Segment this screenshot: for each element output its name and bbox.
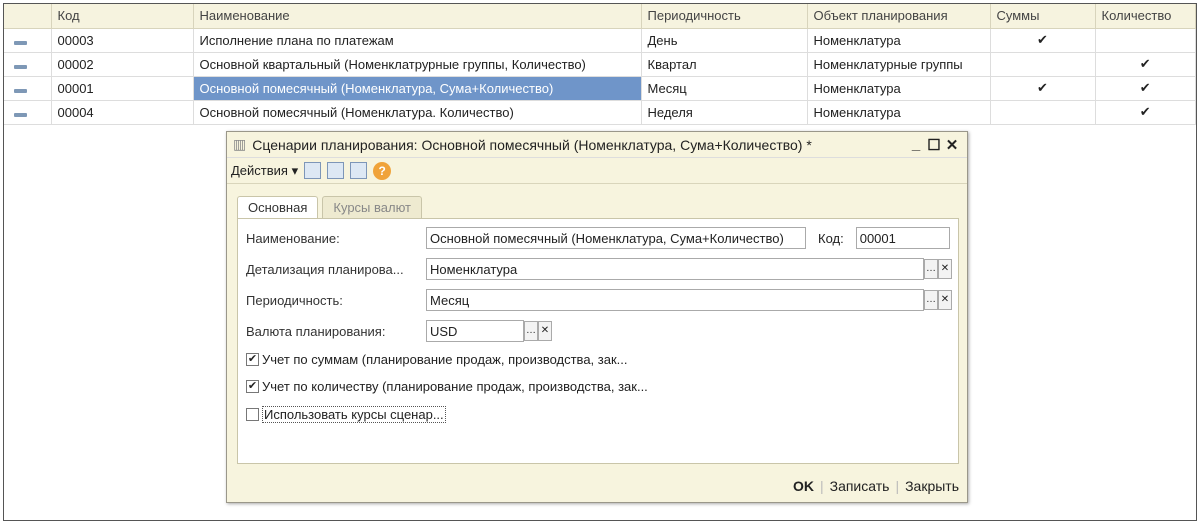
clear-button[interactable]: ✕	[938, 259, 952, 279]
close-icon[interactable]: ✕	[943, 136, 961, 154]
code-input[interactable]: 00001	[855, 227, 950, 249]
cell-code: 00004	[51, 100, 194, 125]
period-label: Периодичность:	[246, 292, 343, 308]
rates-checkbox-label[interactable]: Использовать курсы сценар...	[262, 406, 446, 423]
col-code[interactable]: Код	[51, 4, 194, 29]
cell-code: 00003	[51, 28, 194, 53]
cell-object: Номенклатурные группы	[807, 52, 991, 77]
cell-object: Номенклатура	[807, 76, 991, 101]
item-icon	[14, 112, 27, 117]
dialog-title: Сценарии планирования: Основной помесячн…	[252, 136, 812, 153]
actions-menu[interactable]: Действия ▾	[231, 163, 298, 179]
col-object[interactable]: Объект планирования	[807, 4, 991, 29]
col-icon	[4, 4, 52, 29]
cell-name: Исполнение плана по платежам	[193, 28, 642, 53]
tab-rates[interactable]: Курсы валют	[322, 196, 422, 220]
col-qty[interactable]: Количество	[1095, 4, 1196, 29]
cell-qty: ✔	[1095, 100, 1196, 125]
name-label: Наименование:	[246, 230, 340, 246]
col-sums[interactable]: Суммы	[990, 4, 1096, 29]
clear-button[interactable]: ✕	[938, 290, 952, 310]
save-button[interactable]: Записать	[830, 478, 890, 494]
table-row[interactable]: 00004 Основной помесячный (Номенклатура. …	[4, 100, 1196, 125]
cell-sums	[990, 52, 1096, 77]
minimize-button[interactable]: _	[907, 136, 925, 153]
table-row[interactable]: 00002 Основной квартальный (Номенклатрурн…	[4, 52, 1196, 77]
refresh-icon[interactable]	[327, 162, 345, 179]
currency-label: Валюта планирования:	[246, 323, 386, 339]
cell-period: Месяц	[641, 76, 808, 101]
col-period[interactable]: Периодичность	[641, 4, 808, 29]
detail-label: Детализация планирова...	[246, 261, 404, 277]
cell-qty: ✔	[1095, 76, 1196, 101]
maximize-button[interactable]: ☐	[925, 136, 943, 154]
cell-sums: ✔	[990, 28, 1096, 53]
cell-name: Основной помесячный (Номенклатура. Колич…	[193, 100, 642, 125]
sums-checkbox-label[interactable]: Учет по суммам (планирование продаж, про…	[262, 352, 628, 367]
form-icon: ▥	[233, 136, 247, 152]
cell-sums: ✔	[990, 76, 1096, 101]
rates-checkbox[interactable]	[246, 408, 259, 421]
cell-qty	[1095, 28, 1196, 53]
copy-icon[interactable]	[350, 162, 368, 179]
code-label: Код:	[818, 230, 844, 246]
help-icon[interactable]: ?	[373, 161, 392, 180]
sums-checkbox[interactable]: ✔	[246, 353, 259, 366]
cell-code: 00001	[51, 76, 194, 101]
detail-input[interactable]: Номенклатура	[426, 258, 924, 280]
ok-button[interactable]: OK	[793, 478, 814, 494]
tab-bar: Основная Курсы валют	[237, 196, 422, 220]
cell-code: 00002	[51, 52, 194, 77]
col-name[interactable]: Наименование	[193, 4, 642, 29]
separator: |	[819, 478, 824, 494]
item-icon	[14, 64, 27, 69]
separator: |	[895, 478, 900, 494]
item-icon	[14, 40, 27, 45]
cell-name: Основной квартальный (Номенклатрурные гр…	[193, 52, 642, 77]
cell-object: Номенклатура	[807, 28, 991, 53]
save-close-icon[interactable]	[304, 162, 322, 179]
cell-period: Неделя	[641, 100, 808, 125]
tab-main[interactable]: Основная	[237, 196, 319, 220]
select-button[interactable]: …	[924, 259, 938, 279]
cell-period: Квартал	[641, 52, 808, 77]
cell-qty: ✔	[1095, 52, 1196, 77]
select-button[interactable]: …	[524, 321, 538, 341]
select-button[interactable]: …	[924, 290, 938, 310]
close-button[interactable]: Закрыть	[905, 478, 959, 494]
currency-input[interactable]: USD	[426, 320, 524, 342]
table-row-selected[interactable]: 00001 Основной помесячный (Номенклатура, …	[4, 76, 1196, 101]
name-input[interactable]: Основной помесячный (Номенклатура, Сума+…	[426, 227, 806, 249]
table-row[interactable]: 00003 Исполнение плана по платежам День Ном…	[4, 28, 1196, 53]
scenarios-table: Код Наименование Периодичность Объект пл…	[4, 4, 1196, 125]
period-input[interactable]: Месяц	[426, 289, 924, 311]
cell-period: День	[641, 28, 808, 53]
toolbar: Действия ▾ ?	[227, 158, 967, 184]
qty-checkbox[interactable]: ✔	[246, 380, 259, 393]
qty-checkbox-label[interactable]: Учет по количеству (планирование продаж,…	[262, 379, 648, 394]
dialog-footer: OK | Записать | Закрыть	[793, 478, 959, 494]
clear-button[interactable]: ✕	[538, 321, 552, 341]
item-icon	[14, 88, 27, 93]
cell-name: Основной помесячный (Номенклатура, Сума+…	[193, 76, 642, 101]
dialog-titlebar[interactable]: ▥ Сценарии планирования: Основной помеся…	[227, 132, 967, 158]
main-panel: Наименование: Основной помесячный (Номен…	[237, 218, 959, 464]
cell-sums	[990, 100, 1096, 125]
cell-object: Номенклатура	[807, 100, 991, 125]
scenario-dialog: ▥ Сценарии планирования: Основной помеся…	[226, 131, 968, 503]
table-header: Код Наименование Периодичность Объект пл…	[4, 4, 1196, 29]
